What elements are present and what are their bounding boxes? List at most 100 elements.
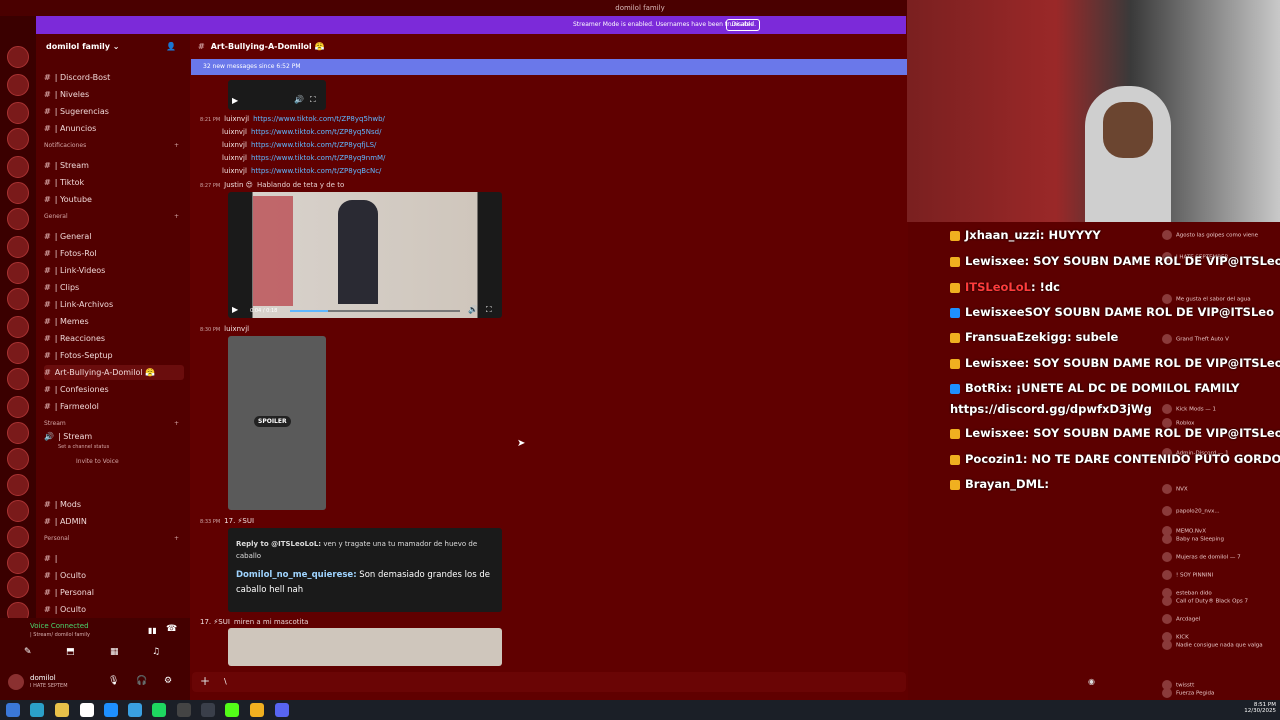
volume-icon[interactable]: 🔊 [468,305,478,314]
server-icon[interactable] [7,182,29,204]
voice-channel-item[interactable]: 🔊 | Stream [44,429,184,444]
message-author[interactable]: luixnvjl [222,167,247,175]
gift-icon[interactable]: ◉ [1088,677,1095,686]
channel-item[interactable]: # | Personal [44,585,184,600]
add-channel-icon[interactable]: + [174,142,179,149]
app-icon[interactable] [177,703,191,717]
settings-gear-icon[interactable]: ⚙ [164,676,172,686]
fullscreen-icon[interactable]: ⛶ [486,305,492,315]
add-channel-icon[interactable]: + [174,213,179,220]
avatar[interactable] [8,674,24,690]
disconnect-icon[interactable]: ☎ [166,624,177,634]
server-name[interactable]: domilol family ⌄ [46,42,119,51]
chrome-icon[interactable] [250,703,264,717]
member-item[interactable]: Baby na Sleeping [1162,534,1272,546]
channel-item[interactable]: # Art-Bullying-A-Domilol 😤 [44,365,184,380]
server-icon[interactable] [7,74,29,96]
server-icon[interactable] [7,368,29,390]
channel-item[interactable]: # | Oculto [44,602,184,617]
message-author[interactable]: 17. ⚡SUI [224,517,254,525]
edge-icon[interactable] [104,703,118,717]
kick-icon[interactable] [225,703,239,717]
member-item[interactable]: Call of Duty® Black Ops 7 [1162,596,1272,608]
channel-category[interactable]: Stream + [44,420,179,427]
message-author[interactable]: luixnvjl [224,325,249,333]
channel-category[interactable]: Personal + [44,535,179,542]
member-item[interactable]: ! SOY PINNINI [1162,570,1272,582]
member-item[interactable]: Nadie consigue nada que valga [1162,640,1272,652]
channel-item[interactable]: # | ADMIN [44,514,184,529]
server-icon[interactable] [7,526,29,548]
member-item[interactable]: Agosto las golpes como viene [1162,230,1272,242]
channel-item[interactable]: # | Mods [44,497,184,512]
server-icon[interactable] [7,500,29,522]
camera-icon[interactable]: ✎ [24,647,32,657]
add-attachment-icon[interactable]: + [200,674,210,688]
headphones-icon[interactable]: 🎧 [136,676,147,686]
spoiler-tag[interactable]: SPOILER [254,416,291,427]
channel-item[interactable]: # | Reacciones [44,331,184,346]
message-author[interactable]: luixnvjl [222,128,247,136]
server-icon[interactable] [7,288,29,310]
server-icon[interactable] [7,236,29,258]
channel-item[interactable]: # | [44,551,184,566]
play-icon[interactable]: ▶ [232,96,238,105]
server-icon[interactable] [7,208,29,230]
member-item[interactable]: Fuerza Pegida [1162,688,1272,700]
clock[interactable]: 8:51 PM 12/30/2025 [1244,702,1276,714]
start-icon[interactable] [6,703,20,717]
soundboard-icon[interactable]: ♫ [152,647,160,657]
channel-item[interactable]: # | Fotos-Septup [44,348,184,363]
app-icon[interactable] [201,703,215,717]
add-channel-icon[interactable]: + [174,535,179,542]
search-icon[interactable] [30,703,44,717]
fullscreen-icon[interactable]: ⛶ [310,95,316,105]
document-icon[interactable] [80,703,94,717]
channel-item[interactable]: # | Sugerencias [44,104,184,119]
message-composer[interactable]: + \ ◉ [192,672,1095,692]
server-icon[interactable] [7,422,29,444]
server-icon[interactable] [7,552,29,574]
member-item[interactable]: Arcdagel [1162,614,1272,626]
video-embed[interactable]: ▶ 0:04 / 0:18 🔊 ⛶ [228,192,502,318]
app-icon[interactable] [128,703,142,717]
file-explorer-icon[interactable] [55,703,69,717]
mic-icon[interactable]: 🎙 [108,676,119,686]
message-link[interactable]: https://www.tiktok.com/t/ZP8yqBcNc/ [251,167,381,175]
channel-item[interactable]: # | Farmeolol [44,399,184,414]
channel-item[interactable]: # | Stream [44,158,184,173]
channel-item[interactable]: # | Discord-Bost [44,70,184,85]
channel-item[interactable]: # | Niveles [44,87,184,102]
message-link[interactable]: https://www.tiktok.com/t/ZP8yq5Nsd/ [251,128,382,136]
member-item[interactable]: Grand Theft Auto V [1162,334,1272,346]
channel-item[interactable]: # | Confesiones [44,382,184,397]
message-link[interactable]: https://www.tiktok.com/t/ZP8yqfjLS/ [251,141,376,149]
tiktok-comment-embed[interactable]: Reply to @ITSLeoLoL: ven y tragate una t… [228,528,502,612]
channel-item[interactable]: # | Clips [44,280,184,295]
add-member-icon[interactable]: 👤 [166,42,176,51]
server-icon[interactable] [7,576,29,598]
message-author[interactable]: luixnvjl [222,141,247,149]
spotify-icon[interactable] [152,703,166,717]
channel-category[interactable]: Notificaciones + [44,142,179,149]
disable-button[interactable]: Disable [725,19,760,31]
message-author[interactable]: luixnvjl [222,154,247,162]
volume-icon[interactable]: 🔊 [294,95,304,104]
invite-to-voice[interactable]: Invite to Voice [76,458,119,465]
server-icon[interactable] [7,396,29,418]
server-icon[interactable] [7,316,29,338]
server-icon[interactable] [7,262,29,284]
member-item[interactable]: Mujeras de domilol — 7 [1162,552,1272,564]
server-icon[interactable] [7,46,29,68]
tiktok-video-embed[interactable]: ▶ 🔊 ⛶ [228,80,326,110]
message-author[interactable]: luixnvjl [224,115,249,123]
channel-item[interactable]: # | Oculto [44,568,184,583]
image-embed[interactable] [228,628,502,666]
server-icon[interactable] [7,448,29,470]
member-item[interactable]: Kick Mods — 1 [1162,404,1272,416]
channel-item[interactable]: # | Link-Videos [44,263,184,278]
server-icon[interactable] [7,474,29,496]
play-icon[interactable]: ▶ [232,305,238,314]
channel-item[interactable]: # | Link-Archivos [44,297,184,312]
member-item[interactable]: papolo20_nvx... [1162,506,1272,518]
